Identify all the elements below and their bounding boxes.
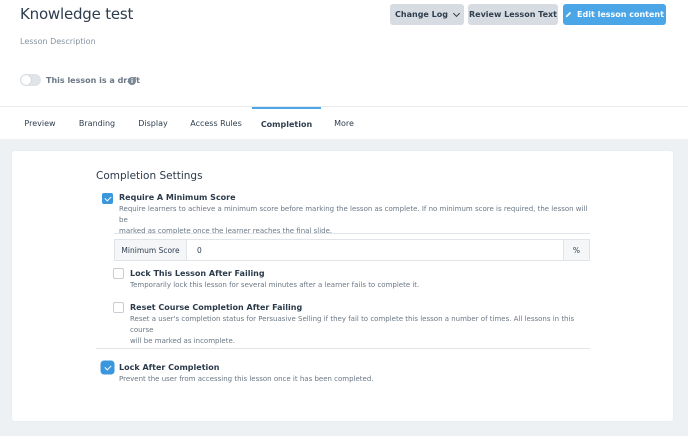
lock-after-completion-checkbox[interactable] (102, 362, 113, 373)
info-icon[interactable]: i (128, 77, 136, 85)
draft-toggle[interactable] (20, 74, 41, 86)
percent-unit: % (563, 240, 589, 260)
reset-completion-desc-line2: will be marked as incomplete. (130, 337, 235, 345)
divider (114, 233, 590, 234)
lesson-tabs: Preview Branding Display Access Rules Co… (0, 106, 688, 140)
checkmark-icon (104, 194, 112, 202)
tab-preview[interactable]: Preview (12, 107, 68, 140)
reset-completion-checkbox[interactable] (113, 302, 124, 313)
tab-completion[interactable]: Completion (252, 107, 321, 140)
reset-completion-desc-line1: Reset a user's completion status for Per… (130, 315, 575, 334)
tab-access-rules[interactable]: Access Rules (180, 107, 252, 140)
divider (96, 348, 590, 349)
edit-lesson-content-button[interactable]: Edit lesson content (563, 4, 666, 25)
reset-completion-title: Reset Course Completion After Failing (130, 303, 303, 312)
lock-after-failing-title: Lock This Lesson After Failing (130, 269, 265, 278)
lock-after-completion-title: Lock After Completion (119, 363, 220, 372)
minimum-score-field: Minimum Score 0 % (114, 239, 590, 261)
min-score-desc-line2: marked as complete once the learner reac… (119, 227, 333, 235)
change-log-label: Change Log (395, 10, 448, 19)
toggle-knob (21, 75, 31, 85)
lock-after-failing-checkbox[interactable] (113, 268, 124, 279)
review-lesson-text-label: Review Lesson Text (469, 10, 557, 19)
reset-completion-description: Reset a user's completion status for Per… (130, 314, 590, 347)
pencil-icon (565, 11, 572, 18)
min-score-checkbox[interactable] (102, 193, 113, 204)
min-score-title: Require A Minimum Score (119, 193, 236, 202)
lock-after-failing-description: Temporarily lock this lesson for several… (130, 281, 420, 289)
section-title: Completion Settings (96, 170, 203, 182)
minimum-score-label: Minimum Score (115, 240, 187, 260)
tab-branding[interactable]: Branding (68, 107, 126, 140)
change-log-button[interactable]: Change Log (390, 4, 464, 25)
draft-label: This lesson is a draft (46, 76, 140, 85)
minimum-score-input[interactable]: 0 (187, 240, 563, 260)
lesson-description[interactable]: Lesson Description (20, 37, 96, 46)
min-score-desc-line1: Require learners to achieve a minimum sc… (119, 205, 588, 224)
review-lesson-text-button[interactable]: Review Lesson Text (468, 4, 558, 25)
lock-after-completion-description: Prevent the user from accessing this les… (119, 375, 374, 383)
checkmark-icon (104, 363, 112, 371)
page-title: Knowledge test (20, 5, 134, 23)
edit-lesson-content-label: Edit lesson content (577, 10, 664, 19)
lesson-header: Knowledge test Lesson Description Change… (0, 0, 688, 106)
tab-display[interactable]: Display (126, 107, 180, 140)
chevron-down-icon (452, 9, 460, 17)
tab-more[interactable]: More (321, 107, 367, 140)
